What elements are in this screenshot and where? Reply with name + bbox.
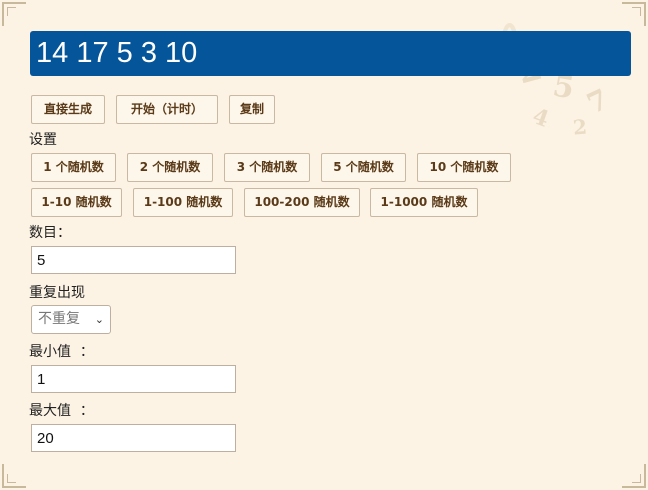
- range-100-200-button[interactable]: 100-200 随机数: [244, 188, 360, 217]
- range-1-10-button[interactable]: 1-10 随机数: [31, 188, 122, 217]
- corner-ornament-bottom-left: [2, 464, 26, 488]
- count-label: 数目：: [29, 225, 71, 241]
- copy-button[interactable]: 复制: [229, 95, 275, 124]
- settings-heading: 设置: [29, 132, 57, 148]
- preset-3-numbers-button[interactable]: 3 个随机数: [224, 153, 310, 182]
- range-1-100-button[interactable]: 1-100 随机数: [133, 188, 233, 217]
- preset-2-numbers-button[interactable]: 2 个随机数: [127, 153, 213, 182]
- corner-ornament-bottom-right: [622, 464, 646, 488]
- max-value-label: 最大值 ：: [29, 403, 94, 419]
- chevron-down-icon: ⌄: [94, 313, 104, 326]
- preset-1-number-button[interactable]: 1 个随机数: [31, 153, 116, 182]
- preset-5-numbers-button[interactable]: 5 个随机数: [321, 153, 406, 182]
- repeat-label: 重复出现: [29, 285, 85, 301]
- repeat-select-value: 不重复: [38, 311, 80, 327]
- range-1-1000-button[interactable]: 1-1000 随机数: [370, 188, 478, 217]
- max-value-input[interactable]: [31, 424, 236, 452]
- min-value-label: 最小值 ：: [29, 344, 94, 360]
- preset-10-numbers-button[interactable]: 10 个随机数: [417, 153, 511, 182]
- count-input[interactable]: [31, 246, 236, 274]
- start-timed-button[interactable]: 开始（计时）: [116, 95, 218, 124]
- generate-button[interactable]: 直接生成: [31, 95, 105, 124]
- corner-ornament-top-left: [2, 2, 26, 26]
- random-numbers-result: 14 17 5 3 10: [30, 31, 631, 76]
- repeat-select[interactable]: 不重复 ⌄: [31, 305, 111, 334]
- corner-ornament-top-right: [622, 2, 646, 26]
- min-value-input[interactable]: [31, 365, 236, 393]
